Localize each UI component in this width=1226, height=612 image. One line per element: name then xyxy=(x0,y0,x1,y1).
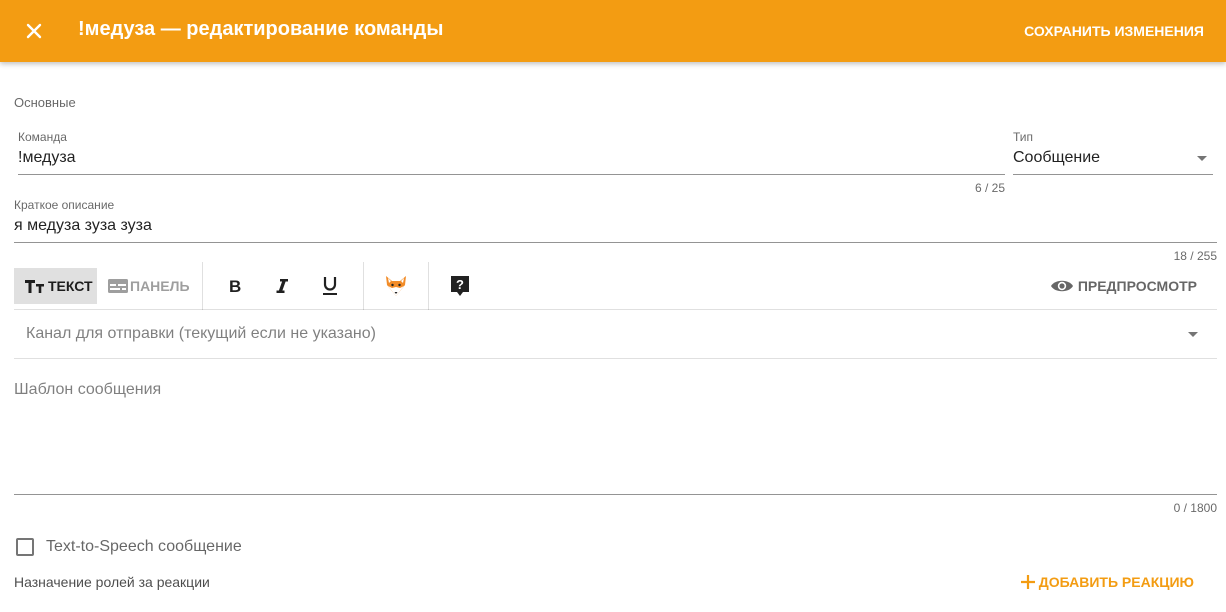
type-select[interactable]: Тип Сообщение xyxy=(1013,130,1213,176)
section-label: Основные xyxy=(14,95,76,110)
description-field[interactable]: Краткое описание я медуза зуза зуза xyxy=(14,198,1217,244)
underline-button[interactable] xyxy=(312,268,348,304)
emoji-button[interactable] xyxy=(378,268,414,304)
preview-label: ПРЕДПРОСМОТР xyxy=(1077,278,1197,294)
panel-icon xyxy=(108,279,128,293)
description-field-label: Краткое описание xyxy=(14,198,115,212)
text-format-icon xyxy=(25,280,44,293)
toolbar-divider xyxy=(363,262,364,310)
type-select-underline xyxy=(1013,174,1213,175)
fox-emoji-icon xyxy=(386,276,406,296)
bold-button[interactable]: B xyxy=(217,268,253,304)
save-changes-button[interactable]: СОХРАНИТЬ ИЗМЕНЕНИЯ xyxy=(1024,19,1204,43)
tab-panel[interactable]: ПАНЕЛЬ xyxy=(106,268,196,304)
tts-label: Text-to-Speech сообщение xyxy=(46,538,242,555)
format-underline-icon xyxy=(323,277,337,295)
help-box-icon: ? xyxy=(451,276,469,296)
tts-checkbox[interactable] xyxy=(16,538,34,556)
add-reaction-label: ДОБАВИТЬ РЕАКЦИЮ xyxy=(1038,574,1194,590)
page-title: !медуза — редактирование команды xyxy=(78,18,444,40)
tab-text[interactable]: ТЕКСТ xyxy=(14,268,97,304)
svg-text:?: ? xyxy=(456,277,464,292)
channel-select[interactable]: Канал для отправки (текущий если не указ… xyxy=(14,310,1217,359)
command-field-label: Команда xyxy=(18,130,67,144)
format-italic-icon xyxy=(276,279,288,293)
plus-icon xyxy=(1020,575,1035,589)
message-template-placeholder: Шаблон сообщения xyxy=(14,381,162,398)
type-select-label: Тип xyxy=(1013,130,1034,144)
close-button[interactable] xyxy=(16,13,52,49)
svg-text:B: B xyxy=(229,278,241,294)
command-field[interactable]: Команда !медуза xyxy=(18,130,1005,176)
close-icon xyxy=(26,23,42,39)
type-select-value: Сообщение xyxy=(1013,149,1101,166)
command-counter: 6 / 25 xyxy=(974,181,1005,195)
description-field-underline xyxy=(14,242,1217,243)
message-template-input[interactable]: Шаблон сообщения xyxy=(14,359,1217,495)
add-reaction-button[interactable]: ДОБАВИТЬ РЕАКЦИЮ xyxy=(1020,570,1194,594)
roles-section-label: Назначение ролей за реакции xyxy=(14,574,210,590)
description-counter: 18 / 255 xyxy=(1173,249,1217,263)
chevron-down-icon xyxy=(1197,156,1207,161)
tts-checkbox-row[interactable]: Text-to-Speech сообщение xyxy=(16,535,242,559)
chevron-down-icon xyxy=(1188,332,1198,337)
toolbar-divider xyxy=(428,262,429,310)
app-bar: !медуза — редактирование команды СОХРАНИ… xyxy=(0,0,1226,62)
command-field-underline xyxy=(18,174,1005,175)
help-button[interactable]: ? xyxy=(442,268,478,304)
tab-text-label: ТЕКСТ xyxy=(48,278,93,294)
description-field-value[interactable]: я медуза зуза зуза xyxy=(14,217,152,235)
editor-toolbar: ТЕКСТ ПАНЕЛЬ B ? ПРЕДПРОСМОТР xyxy=(14,262,1217,310)
command-field-value[interactable]: !медуза xyxy=(18,149,76,167)
channel-select-placeholder: Канал для отправки (текущий если не указ… xyxy=(26,325,376,342)
preview-button[interactable]: ПРЕДПРОСМОТР xyxy=(1050,268,1197,304)
format-bold-icon: B xyxy=(229,278,241,294)
template-counter: 0 / 1800 xyxy=(1173,501,1217,515)
tab-panel-label: ПАНЕЛЬ xyxy=(130,278,190,294)
italic-button[interactable] xyxy=(264,268,300,304)
toolbar-divider xyxy=(202,262,203,310)
eye-icon xyxy=(1050,280,1073,292)
